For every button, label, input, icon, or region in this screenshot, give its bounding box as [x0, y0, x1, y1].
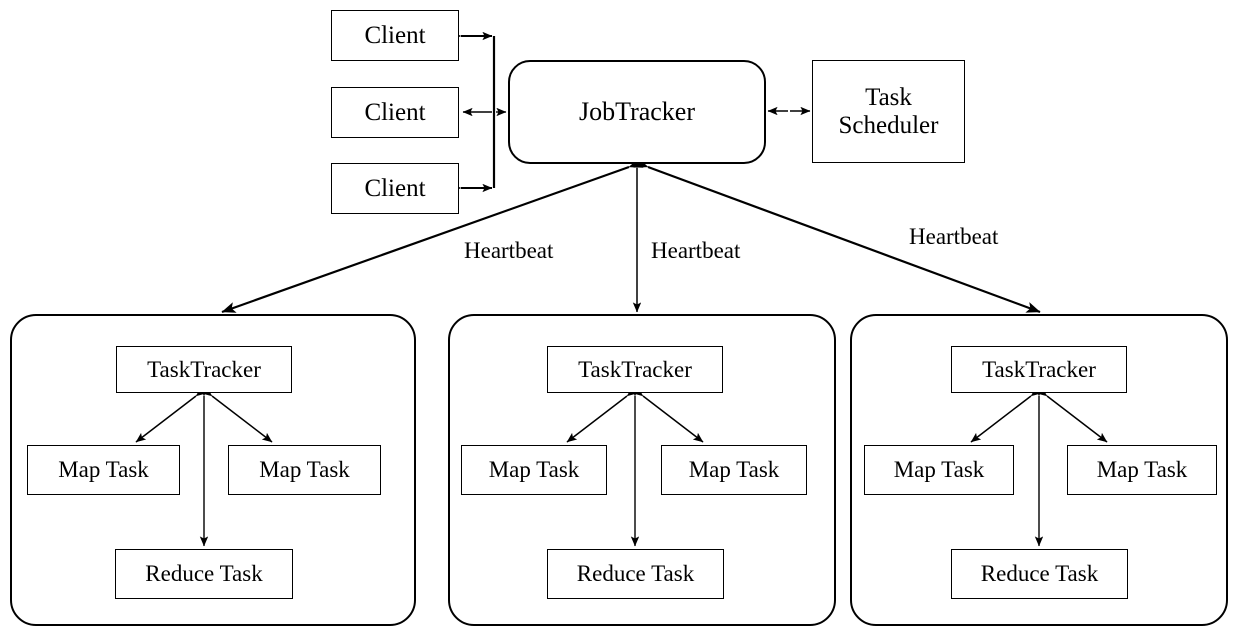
map-task-box-1-left[interactable]: Map Task — [27, 445, 180, 495]
map-task-box-3-left[interactable]: Map Task — [864, 445, 1014, 495]
reduce-task-box-1[interactable]: Reduce Task — [115, 549, 293, 599]
map-task-label-3-left: Map Task — [893, 457, 985, 483]
client-box-3[interactable]: Client — [331, 163, 459, 214]
reduce-task-box-3[interactable]: Reduce Task — [951, 549, 1128, 599]
map-task-label-1-right: Map Task — [259, 457, 350, 483]
map-task-label-2-right: Map Task — [688, 457, 780, 483]
map-task-box-3-right[interactable]: Map Task — [1067, 445, 1217, 495]
map-task-label-2-left: Map Task — [488, 457, 580, 483]
client-box-2[interactable]: Client — [331, 87, 459, 138]
tasktracker-label-2: TaskTracker — [578, 356, 692, 382]
heartbeat-label-3: Heartbeat — [909, 224, 999, 249]
tasktracker-label-1: TaskTracker — [147, 356, 261, 382]
map-task-box-1-right[interactable]: Map Task — [228, 445, 381, 495]
reduce-task-label-3: Reduce Task — [980, 561, 1099, 587]
diagram-canvas: Client Client Client JobTracker Task Sch… — [0, 0, 1240, 636]
task-scheduler-label-line1: Task — [865, 83, 912, 111]
jobtracker-box[interactable]: JobTracker — [508, 60, 766, 164]
jobtracker-label: JobTracker — [578, 97, 696, 127]
client-label-1: Client — [364, 21, 426, 49]
map-task-label-3-right: Map Task — [1096, 457, 1188, 483]
task-scheduler-box[interactable]: Task Scheduler — [812, 60, 965, 163]
reduce-task-label-2: Reduce Task — [576, 561, 695, 587]
map-task-label-1-left: Map Task — [58, 457, 149, 483]
reduce-task-box-2[interactable]: Reduce Task — [547, 549, 724, 599]
tasktracker-box-3[interactable]: TaskTracker — [951, 346, 1127, 393]
map-task-box-2-left[interactable]: Map Task — [461, 445, 607, 495]
tasktracker-box-1[interactable]: TaskTracker — [116, 346, 292, 393]
tasktracker-box-2[interactable]: TaskTracker — [547, 346, 723, 393]
heartbeat-label-1: Heartbeat — [464, 238, 554, 263]
task-scheduler-label-line2: Scheduler — [838, 111, 939, 139]
client-label-3: Client — [364, 174, 426, 202]
heartbeat-label-2: Heartbeat — [651, 238, 741, 263]
reduce-task-label-1: Reduce Task — [145, 561, 263, 587]
client-box-1[interactable]: Client — [331, 10, 459, 61]
map-task-box-2-right[interactable]: Map Task — [661, 445, 807, 495]
tasktracker-label-3: TaskTracker — [982, 356, 1096, 382]
client-label-2: Client — [364, 98, 426, 126]
